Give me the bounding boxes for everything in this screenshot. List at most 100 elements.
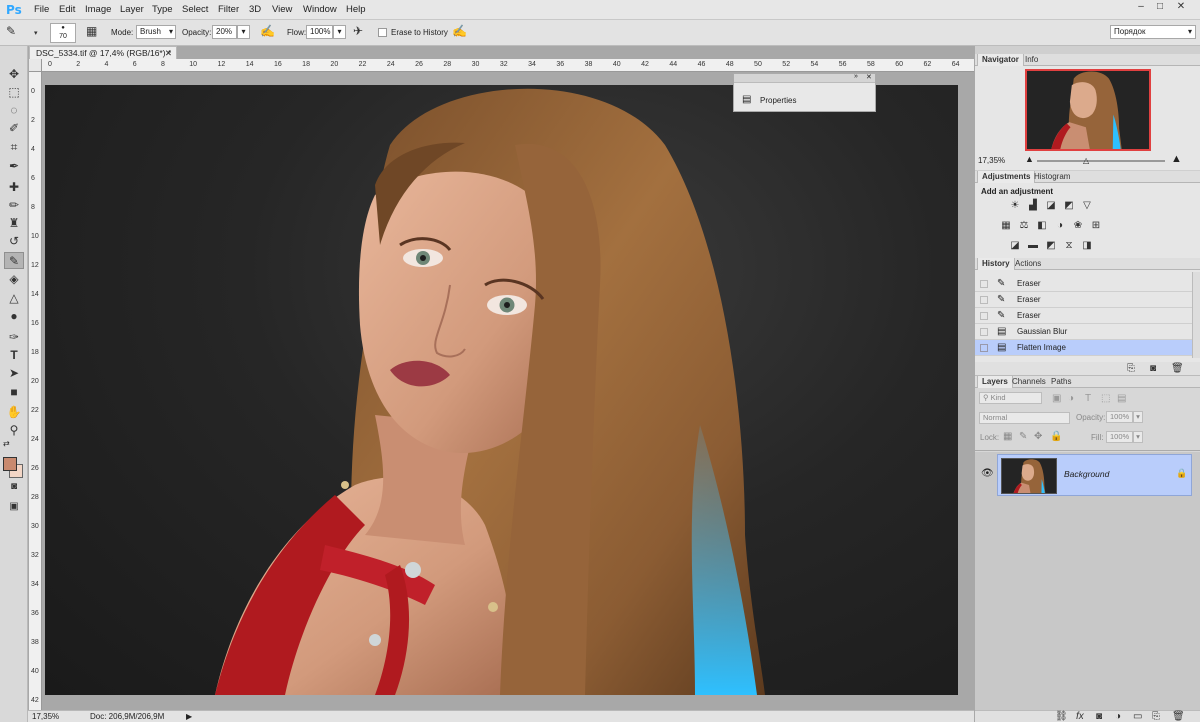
status-menu-icon[interactable]: ▶ [186, 711, 192, 722]
menu-window[interactable]: Window [303, 4, 337, 15]
status-zoom[interactable]: 17,35% [32, 711, 59, 722]
pixel-filter-icon[interactable]: ▣ [1052, 393, 1061, 404]
levels-icon[interactable]: ▟ [1027, 200, 1039, 211]
history-item[interactable]: ▤ Gaussian Blur [975, 324, 1193, 340]
history-brush-icon[interactable]: ↺ [4, 233, 24, 250]
brush-size-picker[interactable]: ● 70 [50, 23, 76, 43]
triangle-icon[interactable]: ▽ [1081, 200, 1093, 211]
paint-bucket-icon[interactable]: ◈ [4, 271, 24, 288]
properties-panel-header[interactable]: » ✕ [734, 73, 875, 83]
trash-icon[interactable]: 🗑 [1171, 363, 1184, 374]
quick-selection-icon[interactable]: ✐ [4, 120, 24, 137]
move-tool-icon[interactable]: ✥ [4, 66, 24, 83]
history-item[interactable]: ✎ Eraser [975, 308, 1193, 324]
zoom-out-icon[interactable]: ▲ [1025, 154, 1034, 164]
new-layer-icon[interactable]: ⎘ [1152, 711, 1160, 722]
gradientmap-icon[interactable]: ◨ [1081, 240, 1093, 251]
pen-tool-icon[interactable]: ✑ [4, 329, 24, 346]
dodge-tool-icon[interactable]: ● [4, 308, 24, 325]
menu-3d[interactable]: 3D [249, 4, 261, 15]
brush-panel-icon[interactable]: ▦ [86, 24, 97, 38]
document-tab[interactable]: DSC_5334.tif @ 17,4% (RGB/16*) * ✕ [29, 46, 177, 59]
adjustment-layer-icon[interactable]: ◑ [1115, 711, 1121, 722]
menu-select[interactable]: Select [182, 4, 208, 15]
layer-opacity-input[interactable]: 100% [1106, 411, 1133, 423]
menu-file[interactable]: File [34, 4, 49, 15]
flow-input[interactable]: 100% [306, 25, 333, 39]
layer-row-background[interactable]: Background 🔒 [997, 454, 1192, 496]
tab-histogram[interactable]: Histogram [1030, 171, 1074, 183]
lasso-tool-icon[interactable]: ◌ [4, 102, 24, 119]
quick-mask-icon[interactable]: ◙ [4, 478, 24, 495]
blend-mode-select[interactable]: Normal [979, 412, 1070, 424]
tab-actions[interactable]: Actions [1011, 258, 1045, 270]
fill-dropdown[interactable]: ▾ [1133, 431, 1143, 443]
vibrance-icon[interactable]: ▦ [1000, 220, 1012, 231]
exposure-icon[interactable]: ◩ [1063, 200, 1075, 211]
trash-icon[interactable]: 🗑 [1172, 711, 1185, 722]
eyedropper-tool-icon[interactable]: ✒ [4, 158, 24, 175]
default-colors-icon[interactable]: ⇄ [3, 439, 10, 448]
posterize-icon[interactable]: ▬ [1027, 240, 1039, 251]
bw-icon[interactable]: ◑ [1054, 220, 1066, 231]
tab-paths[interactable]: Paths [1047, 376, 1075, 388]
colorbalance-icon[interactable]: ◧ [1036, 220, 1048, 231]
menu-help[interactable]: Help [346, 4, 366, 15]
opacity-input[interactable]: 20% [212, 25, 237, 39]
add-mask-icon[interactable]: ◙ [1096, 711, 1102, 722]
tab-info[interactable]: Info [1021, 54, 1042, 66]
zoom-tool-icon[interactable]: ⚲ [4, 422, 24, 439]
airbrush-icon[interactable]: ✈ [353, 24, 363, 38]
mode-select[interactable]: Brush ▾ [136, 25, 176, 39]
tab-adjustments[interactable]: Adjustments [977, 171, 1036, 183]
opacity-dropdown[interactable]: ▾ [237, 25, 250, 39]
close-window-button[interactable]: ✕ [1173, 1, 1189, 14]
tab-channels[interactable]: Channels [1008, 376, 1050, 388]
layer-opacity-dropdown[interactable]: ▾ [1133, 411, 1143, 423]
pressure-size-icon[interactable]: ✍ [452, 24, 467, 38]
rectangle-tool-icon[interactable]: ■ [4, 384, 24, 401]
eraser-preset-icon[interactable]: ✎ [6, 24, 16, 38]
history-item[interactable]: ✎ Eraser [975, 292, 1193, 308]
menu-layer[interactable]: Layer [120, 4, 144, 15]
menu-edit[interactable]: Edit [59, 4, 75, 15]
menu-view[interactable]: View [272, 4, 292, 15]
mixer-icon[interactable]: ⊞ [1090, 220, 1102, 231]
lock-transparent-icon[interactable]: ▦ [1003, 431, 1012, 442]
marquee-tool-icon[interactable]: ⬚ [4, 84, 24, 101]
fill-input[interactable]: 100% [1106, 431, 1133, 443]
ruler-origin[interactable] [29, 59, 42, 72]
menu-image[interactable]: Image [85, 4, 111, 15]
zoom-slider-track[interactable] [1037, 160, 1165, 162]
shape-filter-icon[interactable]: ⬚ [1101, 393, 1110, 404]
foreground-color-swatch[interactable] [3, 457, 17, 471]
history-scrollbar[interactable] [1192, 272, 1200, 358]
hue-icon[interactable]: ⚖ [1018, 220, 1030, 231]
clone-stamp-icon[interactable]: ♜ [4, 215, 24, 232]
maximize-button[interactable]: □ [1152, 1, 1168, 14]
camera-snapshot-icon[interactable]: ◙ [1150, 363, 1156, 374]
flow-dropdown[interactable]: ▾ [333, 25, 346, 39]
erase-history-checkbox[interactable] [378, 28, 387, 37]
curves-icon[interactable]: ◪ [1045, 200, 1057, 211]
eraser-tool-icon[interactable]: ✎ [4, 252, 24, 269]
crop-tool-icon[interactable]: ⌗ [4, 139, 24, 156]
tab-history[interactable]: History [977, 258, 1015, 270]
brightness-icon[interactable]: ☀ [1009, 200, 1021, 211]
menu-filter[interactable]: Filter [218, 4, 239, 15]
smart-object-filter-icon[interactable]: ▤ [1117, 393, 1126, 404]
path-selection-icon[interactable]: ➤ [4, 365, 24, 382]
invert-icon[interactable]: ◪ [1009, 240, 1021, 251]
zoom-slider-handle[interactable]: △ [1083, 156, 1089, 165]
collapse-icon[interactable]: » [854, 73, 858, 80]
layer-name[interactable]: Background [1064, 469, 1109, 479]
layer-kind-filter[interactable]: ⚲ Kind [979, 392, 1042, 404]
minimize-button[interactable]: – [1133, 1, 1149, 14]
hand-tool-icon[interactable]: ✋ [4, 404, 24, 421]
adjustment-filter-icon[interactable]: ◑ [1068, 393, 1074, 404]
navigator-thumbnail[interactable] [1025, 69, 1151, 151]
threshold-icon[interactable]: ◩ [1045, 240, 1057, 251]
lock-position-icon[interactable]: ✥ [1034, 431, 1042, 442]
new-document-from-state-icon[interactable]: ⎘ [1127, 363, 1135, 374]
lock-image-icon[interactable]: ✎ [1019, 431, 1027, 442]
